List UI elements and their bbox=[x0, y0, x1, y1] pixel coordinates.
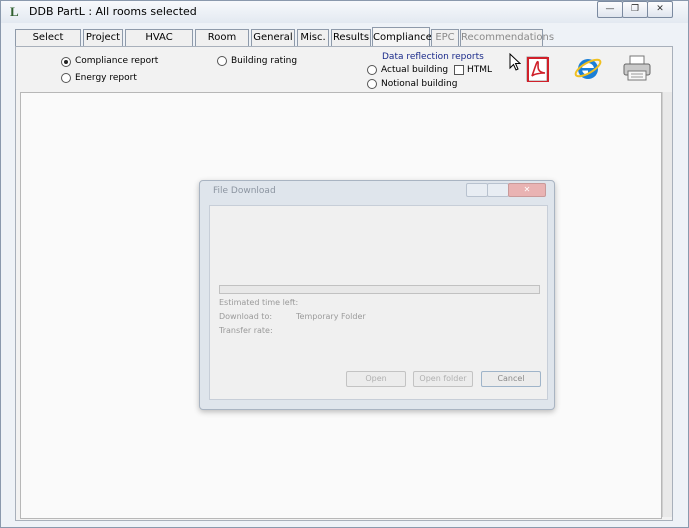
notional-building-radio[interactable] bbox=[367, 79, 377, 89]
file-download-dialog: File Download ✕ Estimated time left: Dow… bbox=[199, 180, 555, 410]
internet-explorer-icon[interactable] bbox=[573, 53, 603, 83]
vertical-scrollbar[interactable] bbox=[662, 92, 672, 517]
mouse-cursor-icon bbox=[509, 53, 521, 71]
html-label: HTML bbox=[467, 65, 493, 75]
tab-hvac-system[interactable]: HVAC System bbox=[125, 29, 193, 59]
open-folder-button[interactable]: Open folder bbox=[413, 371, 473, 387]
dialog-title: File Download bbox=[213, 186, 276, 196]
tab-general[interactable]: General bbox=[251, 29, 295, 46]
download-to-value: Temporary Folder bbox=[296, 312, 366, 321]
close-icon: ✕ bbox=[523, 185, 531, 194]
energy-report-radio[interactable] bbox=[61, 73, 71, 83]
tab-select-rooms[interactable]: Select Rooms bbox=[15, 29, 81, 59]
tab-misc[interactable]: Misc. bbox=[297, 29, 329, 46]
dialog-minimize-button[interactable] bbox=[466, 183, 488, 197]
open-button[interactable]: Open bbox=[346, 371, 406, 387]
app-icon: L bbox=[10, 4, 19, 19]
download-to-label: Download to: bbox=[219, 312, 273, 321]
minimize-button[interactable]: — bbox=[597, 1, 623, 18]
energy-report-label: Energy report bbox=[75, 73, 137, 83]
dialog-window-controls: ✕ bbox=[466, 183, 546, 197]
close-button[interactable]: ✕ bbox=[647, 1, 673, 18]
download-progress-bar bbox=[219, 285, 540, 294]
compliance-report-radio[interactable] bbox=[61, 57, 71, 67]
title-bar[interactable]: L DDB PartL : All rooms selected — ❐ ✕ bbox=[1, 1, 688, 23]
printer-icon[interactable] bbox=[622, 54, 652, 82]
dialog-maximize-button[interactable] bbox=[487, 183, 509, 197]
window-title: DDB PartL : All rooms selected bbox=[29, 5, 197, 18]
close-icon: ✕ bbox=[656, 4, 664, 14]
actual-building-label: Actual building bbox=[381, 65, 449, 75]
tab-results[interactable]: Results bbox=[331, 29, 371, 46]
tab-room-data[interactable]: Room Data bbox=[195, 29, 249, 59]
actual-building-radio[interactable] bbox=[367, 65, 377, 75]
cancel-button[interactable]: Cancel bbox=[481, 371, 541, 387]
compliance-report-label: Compliance report bbox=[75, 56, 159, 66]
transfer-rate-label: Transfer rate: bbox=[219, 326, 273, 335]
pdf-icon[interactable] bbox=[525, 54, 551, 83]
tab-project[interactable]: Project bbox=[83, 29, 123, 46]
main-window: L DDB PartL : All rooms selected — ❐ ✕ S… bbox=[0, 0, 689, 528]
notional-building-label: Notional building bbox=[381, 79, 458, 89]
dialog-close-button[interactable]: ✕ bbox=[508, 183, 546, 197]
building-rating-radio[interactable] bbox=[217, 56, 227, 66]
tab-compliance[interactable]: Compliance bbox=[372, 27, 432, 47]
restore-icon: ❐ bbox=[630, 4, 640, 14]
estimated-time-label: Estimated time left: bbox=[219, 298, 299, 307]
building-rating-label: Building rating bbox=[231, 56, 298, 66]
html-checkbox[interactable] bbox=[454, 65, 464, 75]
tab-epc[interactable]: EPC bbox=[431, 29, 459, 46]
minimize-icon: — bbox=[605, 4, 615, 14]
tab-recommendations[interactable]: Recommendations bbox=[460, 29, 554, 46]
data-reflection-title: Data reflection reports bbox=[382, 52, 484, 62]
restore-button[interactable]: ❐ bbox=[622, 1, 648, 18]
